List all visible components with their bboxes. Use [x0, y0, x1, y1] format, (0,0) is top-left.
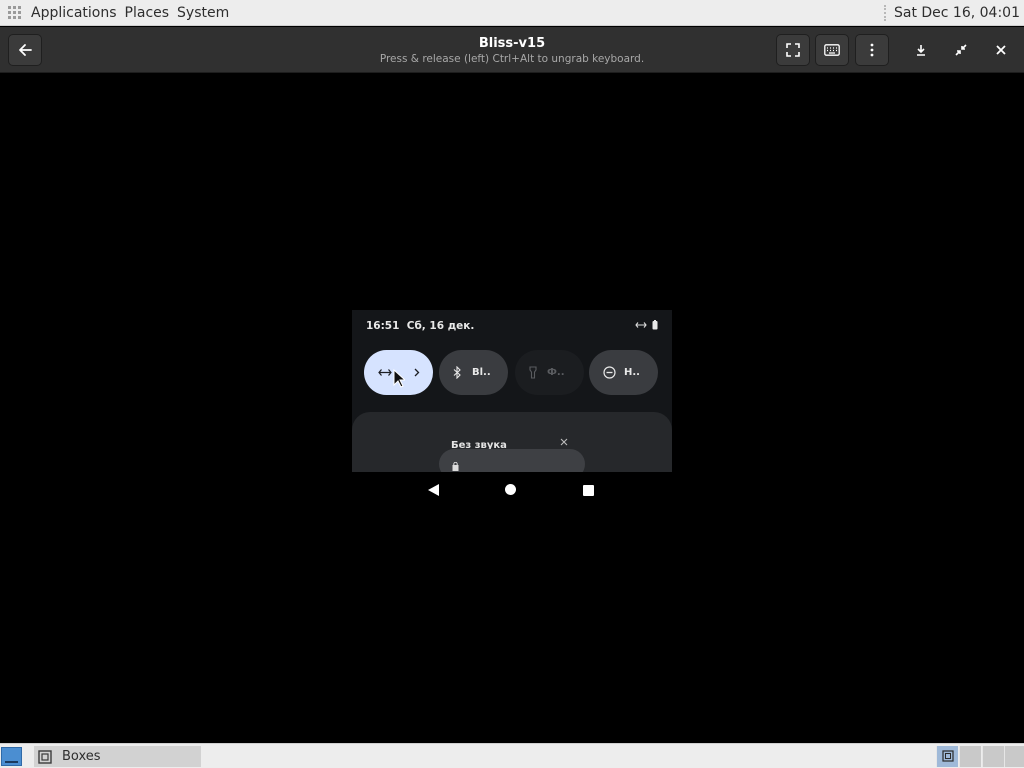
menu-system[interactable]: System	[177, 5, 229, 21]
unfullscreen-icon	[955, 44, 967, 56]
data-saver-icon	[378, 369, 392, 376]
chevron-right-icon	[414, 368, 420, 377]
taskbar-item-label: Boxes	[62, 749, 101, 764]
close-button[interactable]	[984, 34, 1018, 66]
mouse-cursor-icon	[393, 369, 405, 388]
restore-button[interactable]	[944, 34, 978, 66]
top-panel: Applications Places System Sat Dec 16, 0…	[0, 0, 1024, 26]
workspace-1[interactable]	[936, 746, 958, 767]
android-clock: 16:51	[366, 320, 400, 332]
menu-places[interactable]: Places	[125, 5, 170, 21]
notification-sheet[interactable]: Без звука	[352, 412, 672, 472]
download-icon	[917, 45, 925, 56]
menu-applications[interactable]: Applications	[31, 5, 117, 21]
sheet-control-pill[interactable]	[439, 449, 585, 472]
taskbar-item-boxes[interactable]: Boxes	[34, 746, 201, 767]
menu-button[interactable]	[855, 34, 889, 66]
android-back-button[interactable]	[428, 484, 439, 496]
keyboard-button[interactable]	[815, 34, 849, 66]
flashlight-icon	[529, 366, 537, 379]
android-time: 16:51 Сб, 16 дек.	[366, 320, 474, 332]
close-icon	[996, 45, 1006, 55]
android-home-button[interactable]	[505, 484, 516, 495]
battery-icon	[652, 320, 658, 330]
lock-icon	[452, 462, 459, 471]
bluetooth-icon	[453, 366, 461, 379]
close-icon[interactable]	[558, 436, 570, 448]
tile-label-bluetooth: Bl..	[472, 367, 491, 378]
workspace-3[interactable]	[982, 746, 1004, 767]
workspace-4[interactable]	[1004, 746, 1024, 767]
fullscreen-button[interactable]	[776, 34, 810, 66]
do-not-disturb-icon	[603, 366, 616, 379]
data-saver-status-icon	[635, 322, 647, 328]
boxes-app-icon	[38, 749, 52, 764]
fullscreen-icon	[786, 43, 800, 57]
workspace-2[interactable]	[959, 746, 981, 767]
panel-clock[interactable]: Sat Dec 16, 04:01	[883, 5, 1020, 21]
window-subtitle: Press & release (left) Ctrl+Alt to ungra…	[379, 53, 645, 65]
tile-label-dnd: Н..	[624, 367, 640, 378]
keyboard-icon	[824, 44, 840, 56]
android-recents-button[interactable]	[583, 485, 594, 496]
apps-grid-icon[interactable]	[8, 5, 22, 20]
window-title: Bliss-v15	[478, 36, 546, 51]
tile-label-flashlight: Ф..	[547, 367, 565, 378]
back-arrow-icon	[19, 44, 32, 56]
android-quick-settings[interactable]: 16:51 Сб, 16 дек. Bl.. Ф.. Н.. Без звука	[352, 310, 672, 472]
bottom-panel: Boxes	[0, 743, 1024, 768]
quick-tile-bluetooth[interactable]: Bl..	[439, 350, 508, 395]
minimize-button[interactable]	[904, 34, 938, 66]
boxes-headerbar: Bliss-v15 Press & release (left) Ctrl+Al…	[0, 27, 1024, 73]
quick-tile-flashlight[interactable]: Ф..	[515, 350, 584, 395]
show-desktop-button[interactable]	[1, 747, 22, 766]
android-date: Сб, 16 дек.	[406, 320, 475, 332]
quick-tile-do-not-disturb[interactable]: Н..	[589, 350, 658, 395]
boxes-window-icon	[942, 750, 954, 762]
back-button[interactable]	[8, 34, 42, 66]
android-status-icons	[635, 320, 658, 330]
menu-dots-icon	[870, 43, 874, 57]
